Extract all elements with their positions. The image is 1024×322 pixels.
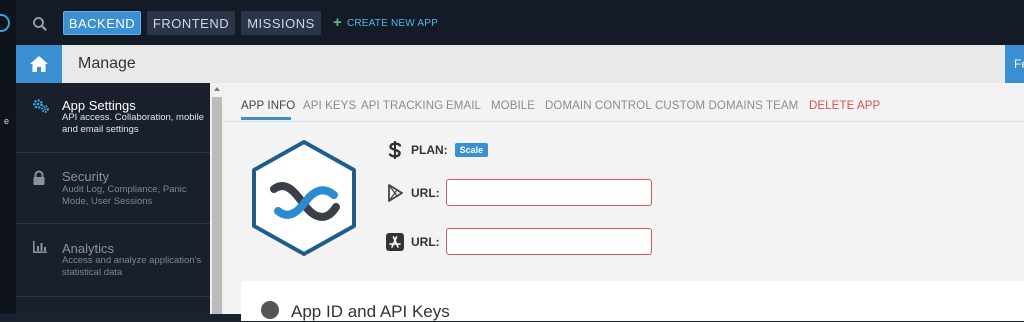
tab-custom-domains[interactable]: CUSTOM DOMAINS [655,100,763,112]
tab-app-info[interactable]: APP INFO [241,100,295,112]
tab-domain-control[interactable]: DOMAIN CONTROL [545,100,652,112]
app-store-icon [385,232,405,252]
tab-api-tracking[interactable]: API TRACKING [361,100,443,112]
tab-missions[interactable]: MISSIONS [241,11,321,35]
sidebar-item-analytics[interactable]: Analytics Access and analyze application… [16,224,210,297]
android-url-label: URL: [411,186,440,200]
sidebar-item-title: Security [62,169,109,184]
tab-team[interactable]: TEAM [766,100,798,112]
sidebar-item-app-settings[interactable]: App Settings API access. Collaboration, … [16,83,210,153]
sidebar-item-title: Analytics [62,241,115,256]
bar-chart-icon [32,240,48,256]
home-icon [30,56,48,72]
card-title: App ID and API Keys [291,302,450,321]
tab-api-keys[interactable]: API KEYS [303,100,356,112]
android-url-row: URL: [385,183,440,203]
plan-row: PLAN: Scale [385,140,489,160]
plan-badge: Scale [454,143,489,157]
search-icon[interactable] [30,14,50,34]
app-logo[interactable] [250,139,358,257]
tab-email[interactable]: EMAIL [446,100,481,112]
ios-url-input[interactable] [446,228,652,255]
rail-logo-icon[interactable] [0,14,10,32]
scroll-thumb[interactable] [212,97,222,314]
sidebar-item-desc: Access and analyze application's statist… [62,255,202,278]
right-edge-button[interactable]: Fe [1005,45,1024,83]
tab-frontend[interactable]: FRONTEND [147,11,235,35]
key-icon [261,301,279,319]
lock-icon [32,170,48,186]
create-new-app-button[interactable]: + CREATE NEW APP [333,15,438,31]
sidebar-item-security[interactable]: Security Audit Log, Compliance, Panic Mo… [16,153,210,224]
api-keys-card: App ID and API Keys [241,281,1024,321]
sidebar-item-desc: Audit Log, Compliance, Panic Mode, User … [62,184,187,207]
home-button[interactable] [16,45,62,83]
main-content: APP INFO API KEYS API TRACKING EMAIL MOB… [224,83,1024,321]
tab-backend[interactable]: BACKEND [63,11,141,35]
gears-icon [32,98,49,114]
sidebar-item-title: App Settings [62,98,136,113]
create-new-app-label: CREATE NEW APP [346,17,438,29]
plan-label: PLAN: [411,143,448,157]
sidebar-scrollbar[interactable] [210,83,224,314]
tab-mobile[interactable]: MOBILE [491,100,535,112]
left-rail: e [0,0,16,314]
sidebar-item-desc: API access. Collaboration, mobile and em… [62,112,205,135]
dollar-icon [385,140,405,160]
ios-url-row: URL: [385,232,440,252]
google-play-icon [385,183,405,203]
manage-bar: Manage [16,45,1006,84]
scroll-up-icon[interactable] [214,87,220,91]
rail-text: e [4,116,10,126]
app-tabs: APP INFO API KEYS API TRACKING EMAIL MOB… [224,83,1024,122]
tab-delete-app[interactable]: DELETE APP [809,100,880,112]
side-menu: App Settings API access. Collaboration, … [16,83,210,314]
android-url-input[interactable] [446,179,652,206]
active-tab-indicator [241,117,291,120]
ios-url-label: URL: [411,235,440,249]
search-icon-svg [33,17,47,31]
page-title: Manage [78,55,136,72]
plus-icon: + [333,14,342,31]
